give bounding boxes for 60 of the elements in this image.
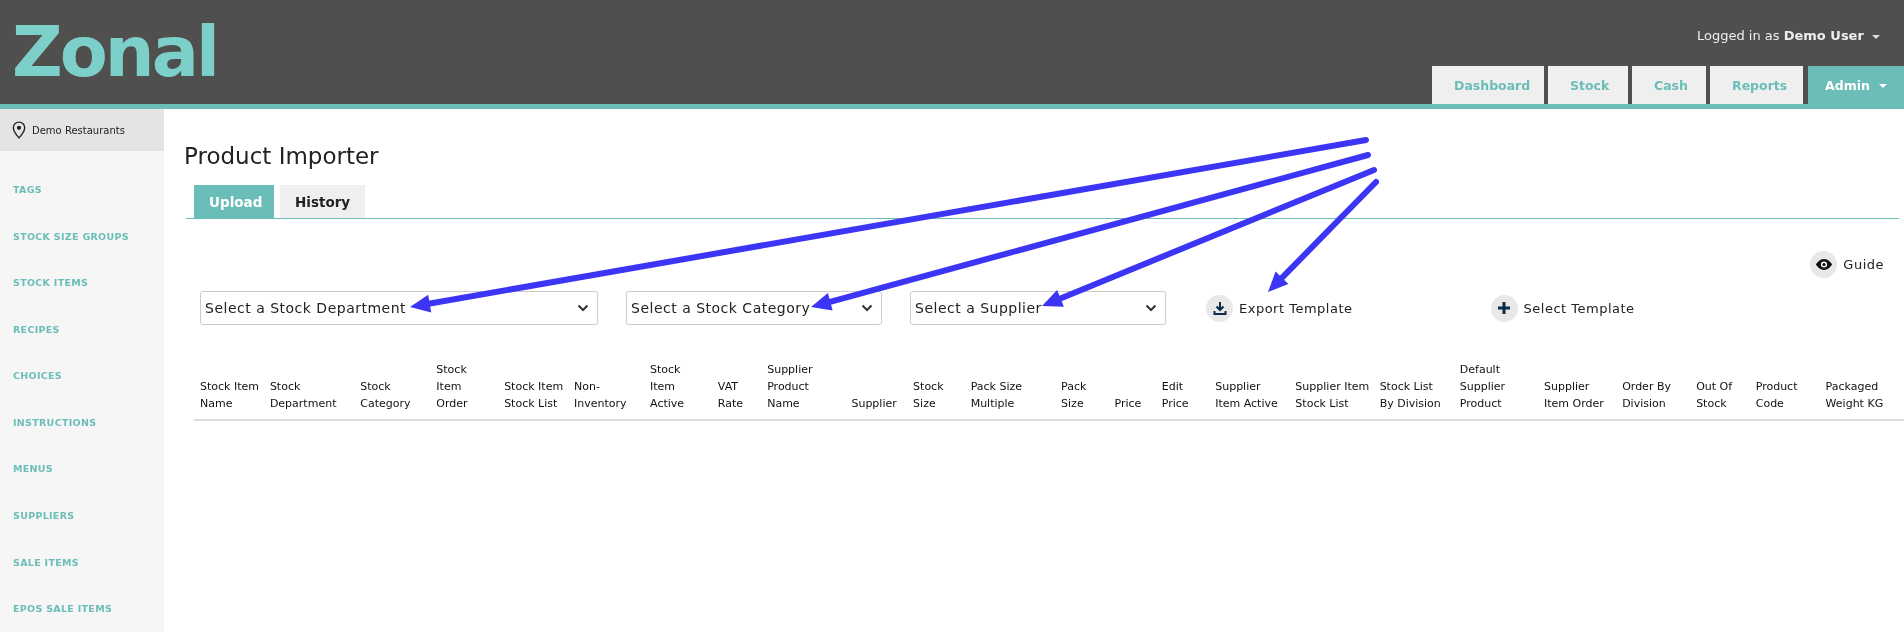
column-header: Stock Item Stock List xyxy=(498,361,568,420)
page-title: Product Importer xyxy=(184,143,380,169)
sidebar-link[interactable]: SALE ITEMS xyxy=(0,538,164,586)
location-selector[interactable]: Demo Restaurants xyxy=(0,109,164,152)
column-header: Price xyxy=(1108,361,1156,420)
column-header: Stock List By Division xyxy=(1373,361,1454,420)
column-header: Supplier Item Order xyxy=(1538,361,1617,420)
column-header: Pack Size xyxy=(1055,361,1109,420)
sidebar-link[interactable]: SUPPLIERS xyxy=(0,492,164,539)
dropdown[interactable]: Select a Stock Department xyxy=(200,291,598,325)
column-header: Supplier Item Active xyxy=(1209,361,1290,420)
dropdown[interactable]: Select a Supplier xyxy=(910,291,1166,325)
sidebar-link[interactable]: EPOS SALE ITEMS xyxy=(0,585,164,632)
column-header: Supplier xyxy=(845,361,908,420)
column-header: Pack Size Multiple xyxy=(964,361,1056,420)
guide-button[interactable]: Guide xyxy=(1810,249,1884,279)
sidebar-link[interactable]: RECIPES xyxy=(0,306,164,353)
logo[interactable]: Zonal xyxy=(0,0,217,104)
tab[interactable]: Upload xyxy=(194,185,274,218)
chevron-down-icon xyxy=(861,304,873,312)
action-button[interactable]: Export Template xyxy=(1206,294,1353,322)
column-header: Edit Price xyxy=(1155,361,1210,420)
caret-icon xyxy=(1872,34,1880,39)
column-header: Out Of Stock xyxy=(1690,361,1750,420)
sidebar-link[interactable]: CHOICES xyxy=(0,352,164,400)
column-header: Stock Department xyxy=(263,361,355,420)
column-header: Default Supplier Product xyxy=(1453,361,1539,420)
chevron-down-icon xyxy=(577,304,589,312)
column-header: Packaged Weight KG xyxy=(1819,361,1904,420)
column-header: Stock Item Active xyxy=(644,361,712,420)
nav-tab[interactable]: Stock xyxy=(1548,66,1628,104)
plus-icon xyxy=(1490,294,1518,322)
column-header: Stock Item Order xyxy=(430,361,499,420)
tab[interactable]: History xyxy=(280,185,366,218)
column-header: Product Code xyxy=(1749,361,1820,420)
chevron-down-icon xyxy=(1145,304,1157,312)
user-menu[interactable]: Logged in as Demo User xyxy=(1697,0,1904,43)
sidebar-link[interactable]: TAGS xyxy=(0,166,164,213)
nav-tab[interactable]: Dashboard xyxy=(1432,66,1544,104)
action-button[interactable]: Select Template xyxy=(1490,294,1635,322)
map-pin-icon xyxy=(12,121,26,140)
location-name: Demo Restaurants xyxy=(32,124,125,136)
nav-tab[interactable]: Cash xyxy=(1632,66,1706,104)
dropdown[interactable]: Select a Stock Category xyxy=(626,291,882,325)
column-header: Non-Inventory xyxy=(568,361,645,420)
nav-tab[interactable]: Admin xyxy=(1808,66,1904,104)
column-header: Stock Category xyxy=(354,361,431,420)
column-header: Stock Item Name xyxy=(194,361,264,420)
eye-icon xyxy=(1810,250,1838,278)
download-icon xyxy=(1206,294,1233,322)
sidebar-link[interactable]: STOCK ITEMS xyxy=(0,259,164,306)
column-header: Supplier Item Stock List xyxy=(1289,361,1374,420)
column-header: Supplier Product Name xyxy=(761,361,846,420)
sidebar-link[interactable]: INSTRUCTIONS xyxy=(0,399,164,446)
column-header: Stock Size xyxy=(907,361,965,420)
column-header: Order By Division xyxy=(1616,361,1691,420)
sidebar-link[interactable]: STOCK SIZE GROUPS xyxy=(0,212,164,260)
sidebar-link[interactable]: MENUS xyxy=(0,445,164,493)
nav-tab[interactable]: Reports xyxy=(1710,66,1803,104)
column-header: VAT Rate xyxy=(711,361,762,420)
